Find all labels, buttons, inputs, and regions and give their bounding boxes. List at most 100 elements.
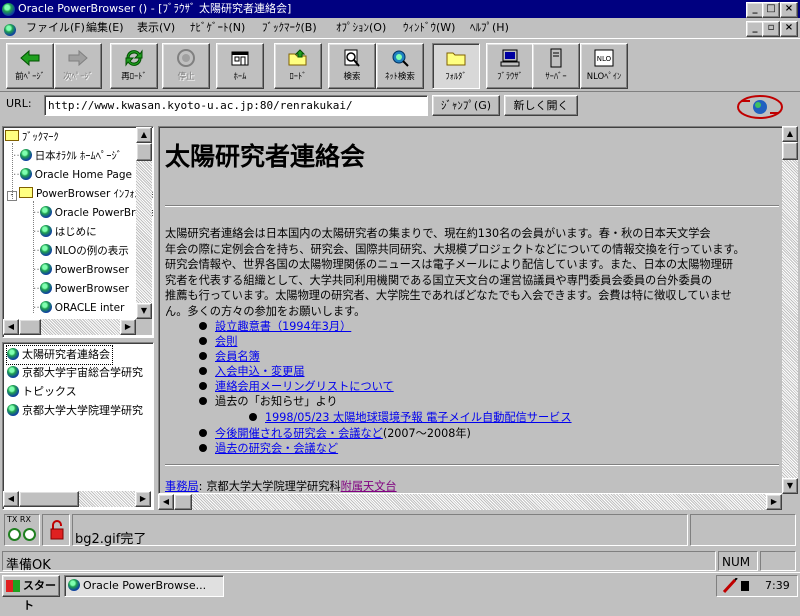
- link-members[interactable]: 会員名簿: [215, 350, 260, 363]
- list-hscroll-thumb[interactable]: [19, 491, 79, 507]
- tree-child[interactable]: ·· はじめに: [33, 224, 97, 240]
- link-past-meetings[interactable]: 過去の研究会・会議など: [215, 442, 338, 455]
- search-button[interactable]: 検索: [328, 43, 376, 89]
- stop-button[interactable]: 停止: [162, 43, 210, 89]
- url-input[interactable]: http://www.kwasan.kyoto-u.ac.jp:80/renra…: [44, 95, 428, 116]
- nlo-icon: NLO: [594, 49, 614, 67]
- bookmark-tree: ﾌﾞｯｸﾏｰｸ ·· 日本ｵﾗｸﾙ ﾎｰﾑﾍﾟｰｼﾞ ·· Oracle Home …: [2, 126, 154, 338]
- security-indicator: [42, 514, 70, 546]
- window-list-item[interactable]: 京都大学宇宙総合学研究: [7, 364, 143, 382]
- bullet-icon: [199, 352, 207, 360]
- link-mailing-list[interactable]: 連絡会用メーリングリストについて: [215, 380, 394, 393]
- tree-child[interactable]: ·· ORACLE inter: [33, 300, 124, 316]
- tree-vscroll-thumb[interactable]: [136, 143, 152, 161]
- globe-icon: [7, 404, 19, 416]
- status-message-box: bg2.gif完了: [72, 514, 688, 547]
- bullet-icon: [199, 322, 207, 330]
- tree-hscroll-thumb[interactable]: [19, 319, 41, 335]
- tree-child[interactable]: ·· NLOの例の表示: [33, 243, 129, 259]
- content-vscroll[interactable]: [782, 126, 798, 494]
- server-button[interactable]: ｻｰﾊﾞｰ: [532, 43, 580, 89]
- start-button[interactable]: スタート: [2, 575, 60, 612]
- link-observatory[interactable]: 附属天文台: [341, 480, 397, 493]
- tree-child[interactable]: ·· PowerBrowser: [33, 281, 129, 297]
- volume-icon[interactable]: [741, 581, 749, 591]
- forward-button[interactable]: 次ﾍﾟｰｼﾞ: [54, 43, 102, 89]
- menu-bar: ファイル(F) 編集(E) 表示(V) ﾅﾋﾞｹﾞｰﾄ(N) ﾌﾞｯｸﾏｰｸ(B…: [0, 18, 800, 38]
- content-hscroll-thumb[interactable]: [174, 494, 192, 510]
- divider: [165, 464, 779, 466]
- load-button[interactable]: ﾛｰﾄﾞ: [274, 43, 322, 89]
- link-charter[interactable]: 設立趣意書（1994年3月）: [215, 320, 351, 333]
- content-hscroll[interactable]: [158, 494, 782, 510]
- globe-icon: [19, 149, 32, 161]
- home-button[interactable]: ﾎｰﾑ: [216, 43, 264, 89]
- tree-item[interactable]: ·· 日本ｵﾗｸﾙ ﾎｰﾑﾍﾟｰｼﾞ: [13, 148, 122, 164]
- nlo-pane-button[interactable]: NLO NLOﾍﾟｲﾝ: [580, 43, 628, 89]
- scroll-down-icon[interactable]: ▼: [782, 478, 798, 494]
- stop-icon: [177, 49, 195, 67]
- server-icon: [550, 48, 562, 68]
- scroll-left-icon[interactable]: ◀: [158, 494, 174, 510]
- link-rules[interactable]: 会則: [215, 335, 237, 348]
- content-pane: 太陽研究者連絡会 太陽研究者連絡会は日本国内の太陽研究者の集まりで、現在約130…: [158, 126, 784, 494]
- bullet-icon: [199, 444, 207, 452]
- scroll-up-icon[interactable]: ▲: [782, 126, 798, 142]
- jump-button[interactable]: ｼﾞｬﾝﾌﾟ(G): [432, 95, 500, 116]
- status-message: bg2.gif完了: [75, 532, 147, 547]
- list-item: 今後開催される研究会・会議など(2007～2008年): [199, 426, 471, 441]
- globe-icon: [7, 385, 19, 397]
- menu-navigate[interactable]: ﾅﾋﾞｹﾞｰﾄ(N): [190, 18, 245, 38]
- taskbar-item[interactable]: Oracle PowerBrowse...: [64, 575, 224, 597]
- window-list-item[interactable]: トピックス: [7, 383, 77, 401]
- link-upcoming-meetings[interactable]: 今後開催される研究会・会議など: [215, 427, 383, 440]
- net-search-button[interactable]: ﾈｯﾄ検索: [376, 43, 424, 89]
- url-label: URL:: [6, 97, 32, 110]
- menu-bookmark[interactable]: ﾌﾞｯｸﾏｰｸ(B): [262, 18, 317, 38]
- tree-item[interactable]: ·· Oracle Home Page: [13, 167, 132, 183]
- scroll-right-icon[interactable]: ▶: [135, 491, 151, 507]
- num-indicator: NUM: [718, 551, 758, 571]
- title-bar: Oracle PowerBrowser () - [ﾌﾞﾗｳｻﾞ 太陽研究者連絡…: [0, 0, 800, 18]
- tree-root[interactable]: ﾌﾞｯｸﾏｰｸ: [5, 129, 59, 145]
- menu-file[interactable]: ファイル(F): [26, 18, 85, 38]
- bullet-icon: [249, 413, 257, 421]
- browser-button[interactable]: ﾌﾞﾗｳｻﾞ: [486, 43, 534, 89]
- link-office[interactable]: 事務局: [165, 480, 199, 493]
- close-icon[interactable]: ×: [780, 2, 798, 18]
- scroll-left-icon[interactable]: ◀: [3, 491, 19, 507]
- tree-child[interactable]: ·· PowerBrowser: [33, 262, 129, 278]
- scroll-down-icon[interactable]: ▼: [136, 303, 152, 319]
- tree-folder[interactable]: - PowerBrowser ｲﾝﾌｫﾒｰｼｮﾝ: [7, 186, 153, 202]
- window-list-item[interactable]: 太陽研究者連絡会: [6, 345, 113, 365]
- maximize-icon[interactable]: □: [762, 2, 780, 18]
- child-close-icon[interactable]: ×: [780, 21, 798, 37]
- open-new-button[interactable]: 新しく開く: [504, 95, 578, 116]
- back-arrow-icon: [20, 49, 40, 67]
- menu-window[interactable]: ｳｨﾝﾄﾞｳ(W): [403, 18, 455, 38]
- window-list-item[interactable]: 京都大学大学院理学研究: [7, 402, 143, 420]
- folder-button[interactable]: ﾌｫﾙﾀﾞ: [432, 43, 480, 89]
- app-icon[interactable]: [2, 2, 16, 16]
- menu-help[interactable]: ﾍﾙﾌﾟ(H): [470, 18, 509, 38]
- clock: 7:39: [765, 579, 790, 592]
- child-restore-icon[interactable]: ▫: [762, 21, 780, 37]
- reload-button[interactable]: 再ﾛｰﾄﾞ: [110, 43, 158, 89]
- scroll-up-icon[interactable]: ▲: [136, 127, 152, 143]
- menu-view[interactable]: 表示(V): [137, 18, 175, 38]
- link-application[interactable]: 入会申込・変更届: [215, 365, 305, 378]
- menu-edit[interactable]: 編集(E): [86, 18, 124, 38]
- ime-pen-icon[interactable]: [721, 578, 739, 594]
- globe-icon: [39, 206, 52, 218]
- list-item: 過去の「お知らせ」より: [199, 394, 338, 409]
- scroll-left-icon[interactable]: ◀: [3, 319, 19, 335]
- scroll-right-icon[interactable]: ▶: [766, 494, 782, 510]
- link-forecast-service[interactable]: 1998/05/23 太陽地球環境予報 電子メイル自動配信サービス: [265, 411, 572, 424]
- content-vscroll-thumb[interactable]: [782, 142, 798, 160]
- back-button[interactable]: 前ﾍﾟｰｼﾞ: [6, 43, 54, 89]
- menu-options[interactable]: ｵﾌﾟｼｮﾝ(O): [336, 18, 386, 38]
- list-item: 会員名簿: [199, 349, 260, 364]
- scroll-right-icon[interactable]: ▶: [120, 319, 136, 335]
- lock-icon: [50, 520, 64, 540]
- bullet-icon: [199, 337, 207, 345]
